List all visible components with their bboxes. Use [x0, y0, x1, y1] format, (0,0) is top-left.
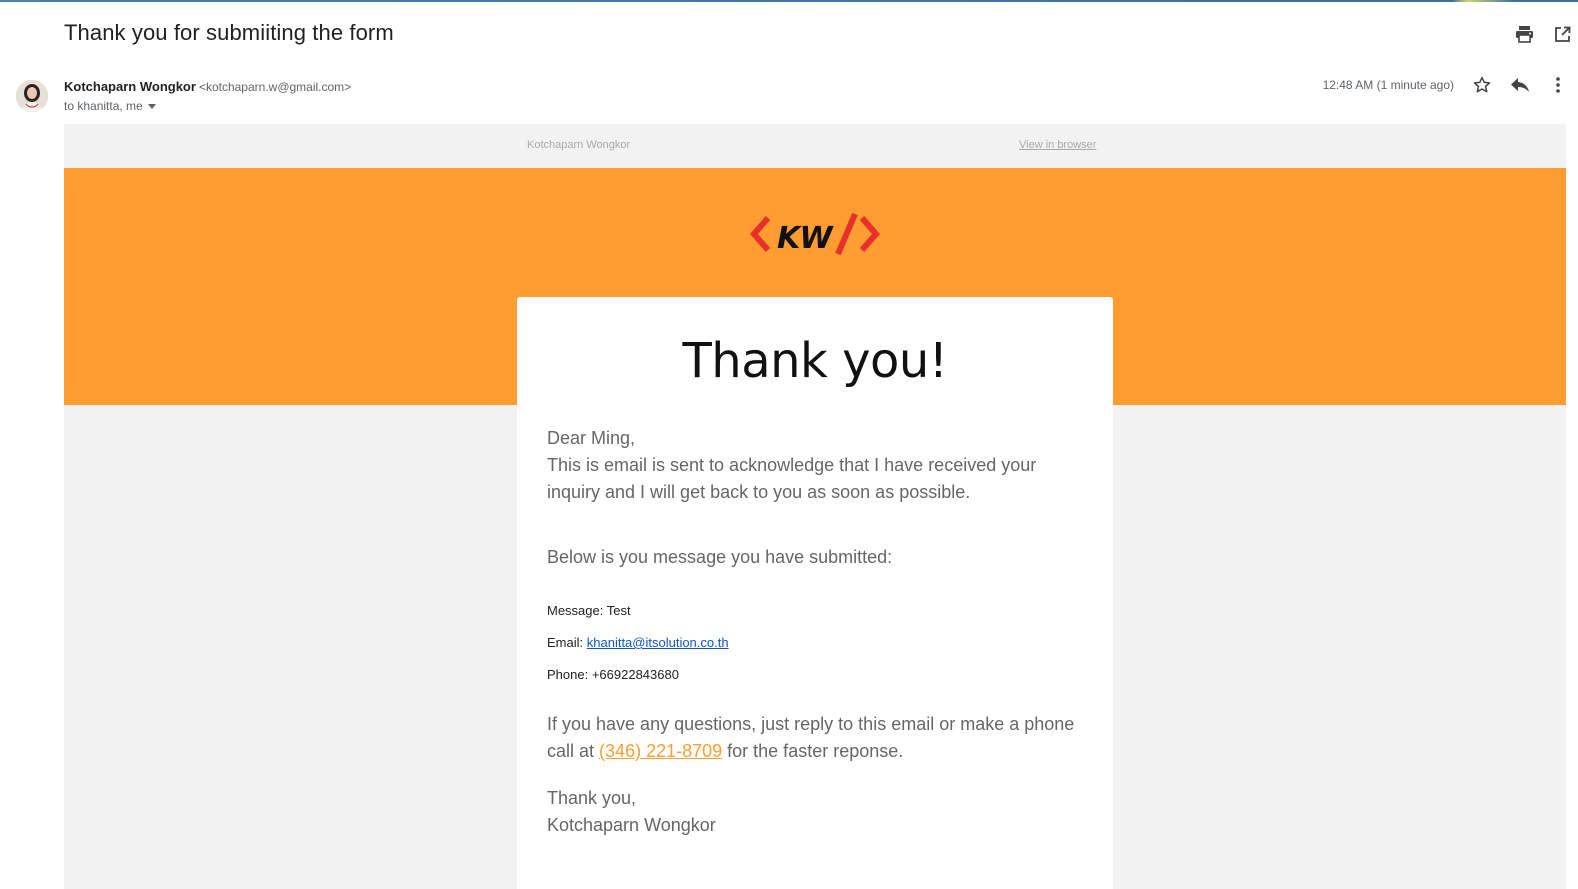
phone-label: Phone: [547, 667, 589, 682]
signature-block: Thank you, Kotchaparn Wongkor [547, 785, 1092, 839]
greeting: Dear Ming, [547, 428, 636, 448]
dropdown-caret-icon [147, 103, 156, 109]
sender-name[interactable]: Kotchaparn Wongkor [64, 79, 196, 94]
questions-paragraph: If you have any questions, just reply to… [547, 711, 1092, 765]
more-vert-icon[interactable] [1548, 75, 1568, 95]
print-icon[interactable] [1514, 24, 1534, 44]
sender-email: <kotchaparn.w@gmail.com> [198, 80, 352, 94]
email-body: Kotchaparn Wongkor View in browser KW Th… [64, 124, 1566, 889]
avatar[interactable] [16, 80, 48, 112]
email-link[interactable]: khanitta@itsolution.co.th [587, 635, 729, 650]
view-in-browser-link[interactable]: View in browser [1019, 139, 1096, 151]
message-card: Thank you! Dear Ming, This is email is s… [517, 297, 1113, 889]
intro-text: This is email is sent to acknowledge tha… [547, 455, 1037, 502]
preheader: Kotchaparn Wongkor View in browser [64, 124, 1566, 168]
timestamp: 12:48 AM (1 minute ago) [1322, 78, 1454, 92]
message-actions: 12:48 AM (1 minute ago) [1323, 75, 1568, 95]
star-icon[interactable] [1472, 75, 1492, 95]
top-progress-line [0, 0, 1578, 2]
card-body: Dear Ming, This is email is sent to ackn… [547, 425, 1092, 839]
subject-toolbar [1514, 24, 1572, 44]
reply-icon[interactable] [1510, 75, 1530, 95]
email-label: Email: [547, 635, 584, 650]
message-label: Message: [547, 603, 604, 618]
phone-row: Phone: +66922843680 [547, 667, 1092, 683]
phone-call-link[interactable]: (346) 221-8709 [599, 741, 722, 761]
thank-you-title: Thank you! [682, 333, 948, 389]
submitted-heading: Below is you message you have submitted: [547, 547, 893, 567]
signature-name: Kotchaparn Wongkor [547, 815, 716, 835]
recipients-toggle[interactable]: to khanitta, me [64, 99, 156, 113]
intro-paragraph: Dear Ming, This is email is sent to ackn… [547, 425, 1092, 506]
questions-text-end: for the faster reponse. [727, 741, 904, 761]
email-subject: Thank you for submiiting the form [64, 20, 394, 45]
submission-details: Message: Test Email: khanitta@itsolution… [547, 603, 1092, 683]
message-row: Message: Test [547, 603, 1092, 619]
signoff: Thank you, [547, 788, 637, 808]
message-value: Test [606, 603, 631, 618]
email-view: Thank you for submiiting the form Kotcha… [0, 0, 1578, 889]
preheader-sender: Kotchaparn Wongkor [527, 139, 631, 151]
email-row: Email: khanitta@itsolution.co.th [547, 635, 1092, 651]
open-in-new-window-icon[interactable] [1552, 24, 1572, 44]
sender-line: Kotchaparn Wongkor <kotchaparn.w@gmail.co… [64, 79, 351, 94]
logo-text: KW [777, 221, 834, 256]
recipients-text: to khanitta, me [64, 99, 143, 113]
phone-value: +66922843680 [591, 667, 679, 682]
kw-logo: KW [750, 212, 880, 256]
